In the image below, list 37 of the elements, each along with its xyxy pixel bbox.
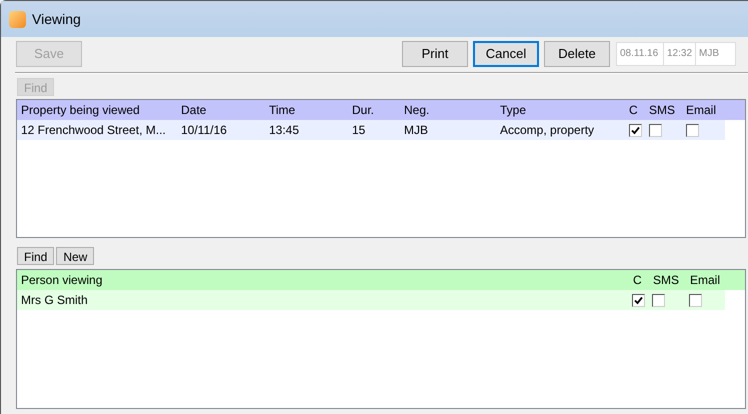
window-title: Viewing <box>32 10 81 29</box>
column-header: Dur. <box>352 102 376 119</box>
column-header: Time <box>269 102 296 119</box>
toolbar-button[interactable]: Print <box>402 41 468 67</box>
grid-button[interactable]: New <box>56 247 94 265</box>
column-header: Property being viewed <box>20 102 141 119</box>
table-cell-text: Accomp, property <box>500 122 596 139</box>
table-cell-text: 10/11/16 <box>181 122 228 139</box>
checkbox[interactable] <box>649 124 662 136</box>
checkbox[interactable] <box>629 124 642 136</box>
check-icon <box>634 296 644 304</box>
column-header: Person viewing <box>20 272 104 289</box>
table-row[interactable]: Mrs G Smith <box>17 290 725 310</box>
column-header: C <box>633 272 643 289</box>
grid-button[interactable]: Find <box>17 247 54 265</box>
toolbar-button[interactable]: Cancel <box>473 41 539 67</box>
checkbox[interactable] <box>689 294 702 306</box>
check-icon <box>631 126 640 134</box>
checkbox[interactable] <box>652 294 666 306</box>
table-cell-text: 15 <box>352 122 366 139</box>
toolbar-button[interactable]: Delete <box>544 41 610 67</box>
column-header: Type <box>500 102 528 119</box>
checkbox[interactable] <box>632 294 646 306</box>
table-cell-text: 12 Frenchwood Street, M... <box>20 122 167 139</box>
column-header: Email <box>686 102 718 119</box>
column-header: Neg. <box>404 102 430 119</box>
table-cell-text: Mrs G Smith <box>20 292 89 309</box>
table-row[interactable]: 12 Frenchwood Street, M... 10/11/16 13:45 15 MJB Accomp, property <box>17 120 725 140</box>
table-cell-text: 13:45 <box>269 122 300 139</box>
app-icon <box>9 10 26 28</box>
checkbox[interactable] <box>686 124 699 136</box>
column-header: SMS <box>649 102 676 119</box>
column-header: SMS <box>653 272 680 289</box>
column-header: C <box>629 102 639 119</box>
column-header: Email <box>690 272 722 289</box>
column-header: Date <box>181 102 208 119</box>
table-cell-text: MJB <box>404 122 429 139</box>
